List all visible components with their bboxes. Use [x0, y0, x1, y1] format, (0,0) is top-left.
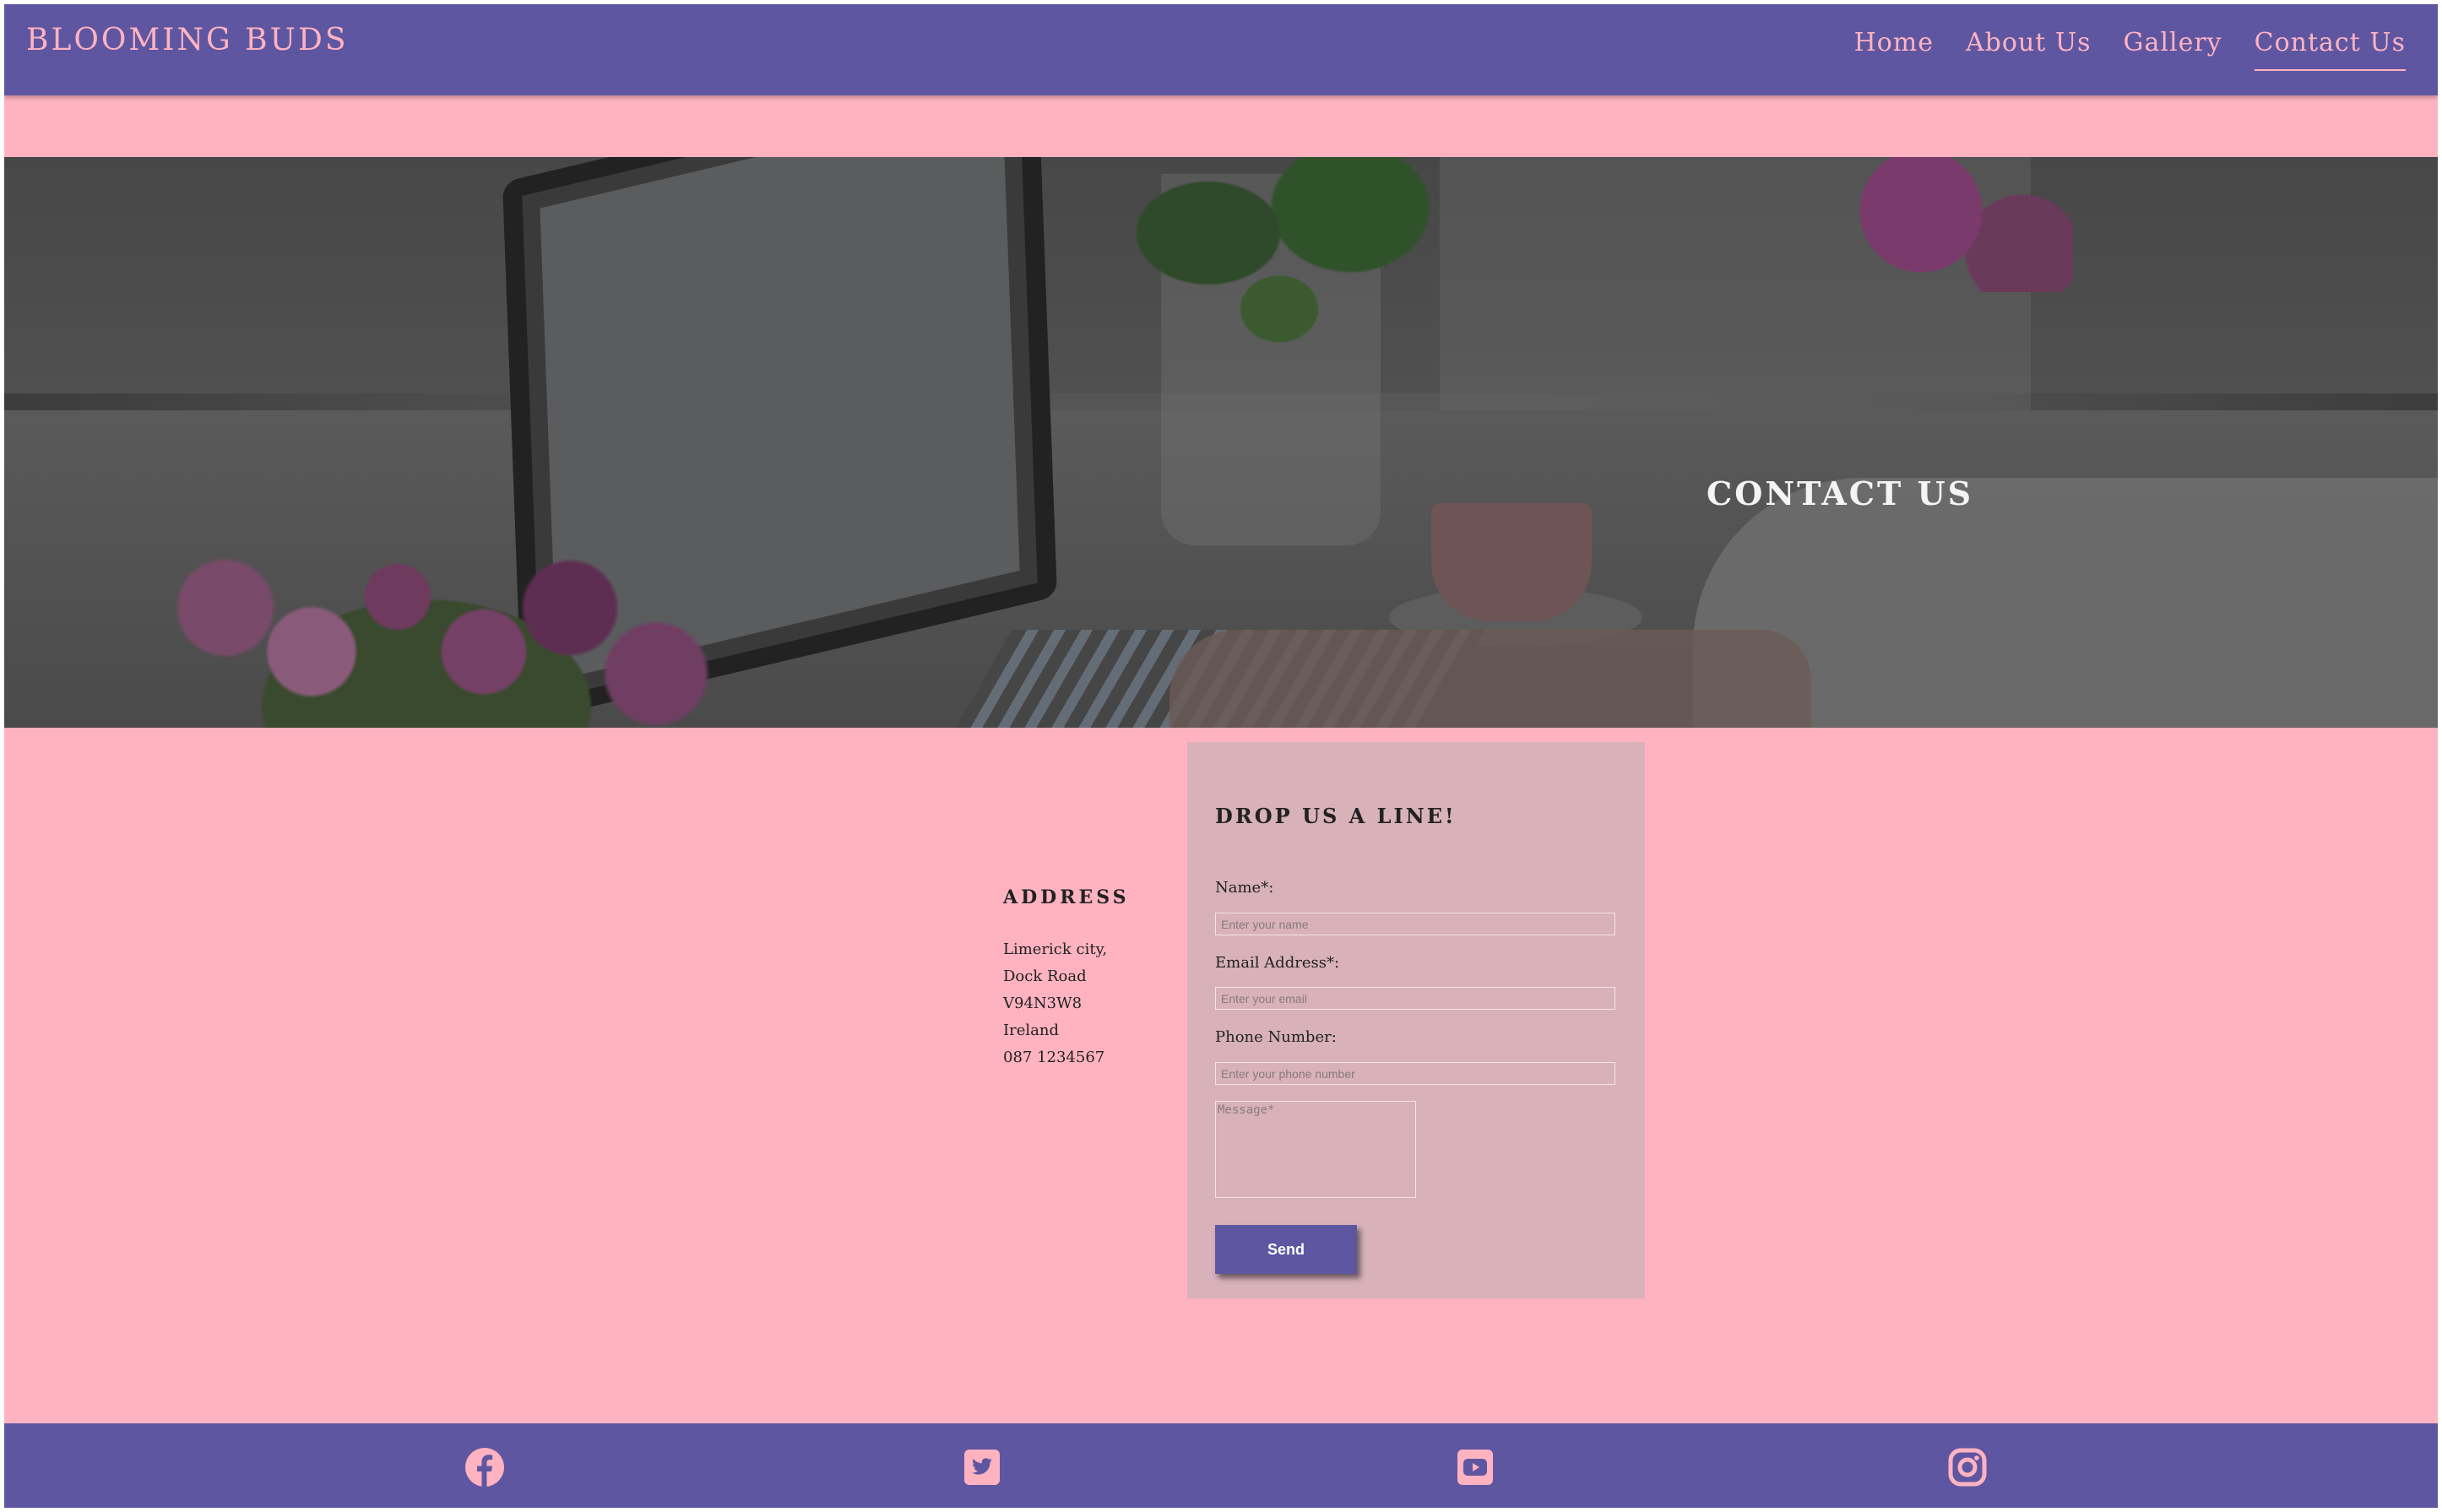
footer	[4, 1423, 2438, 1508]
form-title: DROP US A LINE!	[1215, 804, 1457, 828]
twitter-icon[interactable]	[962, 1447, 1002, 1488]
hero-photo-hand	[1169, 630, 1811, 728]
phone-input[interactable]	[1215, 1062, 1615, 1085]
email-input[interactable]	[1215, 987, 1615, 1010]
brand-logo[interactable]: BLOOMING BUDS	[26, 23, 349, 57]
hero-banner: CONTACT US	[4, 157, 2438, 728]
name-input[interactable]	[1215, 913, 1615, 935]
nav-link-gallery[interactable]: Gallery	[2124, 28, 2222, 71]
address-line-city: Limerick city,	[1003, 940, 1108, 958]
message-textarea[interactable]	[1215, 1101, 1416, 1198]
hero-photo-stems	[1102, 157, 1457, 410]
hero-photo-cup	[1431, 503, 1592, 621]
address-line-phone: 087 1234567	[1003, 1049, 1105, 1066]
send-button[interactable]: Send	[1215, 1225, 1357, 1274]
instagram-icon[interactable]	[1947, 1447, 1988, 1488]
contact-form: DROP US A LINE! Name*: Email Address*: P…	[1187, 742, 1645, 1298]
address-line-street: Dock Road	[1003, 967, 1087, 985]
nav-link-contact-us[interactable]: Contact Us	[2254, 28, 2406, 71]
address-heading: ADDRESS	[1003, 886, 1130, 908]
hero-title: CONTACT US	[1707, 474, 1974, 512]
navbar: BLOOMING BUDS Home About Us Gallery Cont…	[4, 4, 2438, 95]
address-line-country: Ireland	[1003, 1022, 1059, 1039]
nav-link-about-us[interactable]: About Us	[1966, 28, 2092, 71]
facebook-icon[interactable]	[464, 1447, 505, 1488]
youtube-icon[interactable]	[1455, 1447, 1495, 1488]
address-line-postcode: V94N3W8	[1003, 994, 1083, 1012]
address-block: Limerick city, Dock Road V94N3W8 Ireland…	[1003, 936, 1107, 1071]
page: BLOOMING BUDS Home About Us Gallery Cont…	[4, 4, 2438, 1508]
hero-photo-flowers-left	[139, 520, 714, 728]
email-label: Email Address*:	[1215, 954, 1340, 972]
nav-link-home[interactable]: Home	[1854, 28, 1934, 71]
phone-label: Phone Number:	[1215, 1028, 1337, 1046]
hero-photo-flowers-right	[1820, 157, 2073, 292]
name-label: Name*:	[1215, 879, 1274, 897]
nav-links: Home About Us Gallery Contact Us	[1854, 28, 2406, 71]
